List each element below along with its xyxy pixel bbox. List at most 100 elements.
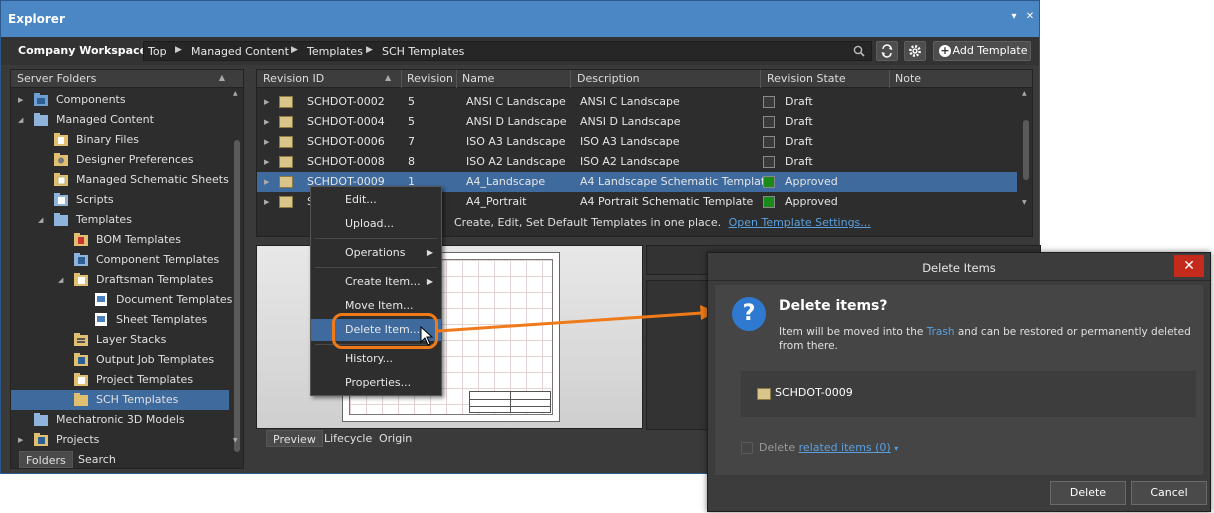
close-icon[interactable]: ✕ bbox=[1174, 255, 1204, 277]
column-divider[interactable] bbox=[760, 70, 761, 88]
column-header-description[interactable]: Description bbox=[577, 72, 640, 85]
column-header-name[interactable]: Name bbox=[462, 72, 494, 85]
folders-header[interactable]: Server Folders ▲ bbox=[11, 70, 243, 88]
expand-arrow-icon[interactable]: ▶ bbox=[264, 152, 269, 172]
tree-item-document-templates[interactable]: Document Templates bbox=[11, 290, 232, 310]
tree-item-managed-content[interactable]: ◢ Managed Content bbox=[11, 110, 229, 130]
column-header-revision[interactable]: Revision bbox=[407, 72, 453, 85]
output-job-folder-icon bbox=[74, 353, 88, 366]
add-template-button[interactable]: + Add Template bbox=[933, 41, 1031, 61]
menu-item-create-item[interactable]: Create Item... ▶ bbox=[311, 271, 441, 293]
column-divider[interactable] bbox=[889, 70, 890, 88]
list-scrollbar[interactable]: ▲ ▼ bbox=[1021, 90, 1030, 206]
scroll-thumb[interactable] bbox=[234, 140, 240, 452]
breadcrumb-templates[interactable]: Templates bbox=[307, 45, 363, 58]
table-row[interactable]: ▶ SCHDOT-0008 8 ISO A2 Landscape ISO A2 … bbox=[257, 152, 1017, 172]
tree-label: Scripts bbox=[76, 193, 114, 206]
breadcrumb-top[interactable]: Top bbox=[148, 45, 167, 58]
column-header-revision-state[interactable]: Revision State bbox=[767, 72, 846, 85]
refresh-button[interactable] bbox=[876, 41, 898, 61]
chevron-right-icon: ▶ bbox=[291, 45, 298, 55]
dialog-message: Item will be moved into the Trash and ca… bbox=[779, 325, 1199, 353]
cell-revision-state: Approved bbox=[785, 175, 838, 188]
tree-item-designer-preferences[interactable]: Designer Preferences bbox=[11, 150, 229, 170]
cell-description: ISO A3 Landscape bbox=[580, 135, 680, 148]
trash-link[interactable]: Trash bbox=[927, 326, 955, 338]
tab-search[interactable]: Search bbox=[72, 451, 122, 468]
workspace-dropdown[interactable]: Company Workspace ▾ bbox=[12, 42, 161, 60]
expand-arrow-icon[interactable]: ▶ bbox=[264, 192, 269, 212]
tree-item-templates[interactable]: ◢ Templates bbox=[11, 210, 229, 230]
delete-button[interactable]: Delete bbox=[1050, 481, 1126, 505]
expand-arrow-icon[interactable]: ▶ bbox=[18, 90, 23, 110]
collapse-arrow-icon[interactable]: ◢ bbox=[38, 210, 43, 230]
column-divider[interactable] bbox=[570, 70, 571, 88]
tree-item-components[interactable]: ▶ Components bbox=[11, 90, 229, 110]
tab-preview[interactable]: Preview bbox=[266, 430, 323, 447]
tree-item-mechatronic-3d-models[interactable]: Mechatronic 3D Models bbox=[11, 410, 229, 430]
settings-button[interactable] bbox=[904, 41, 926, 61]
tree-item-layer-stacks[interactable]: Layer Stacks bbox=[11, 330, 229, 350]
scroll-up-icon[interactable]: ▲ bbox=[1022, 90, 1027, 97]
scroll-thumb[interactable] bbox=[1023, 120, 1029, 180]
menu-item-properties[interactable]: Properties... bbox=[311, 372, 441, 394]
expand-arrow-icon[interactable]: ▶ bbox=[264, 132, 269, 152]
expand-arrow-icon[interactable]: ▶ bbox=[264, 92, 269, 112]
template-item-icon bbox=[279, 116, 293, 128]
expand-arrow-icon[interactable]: ▶ bbox=[18, 430, 23, 450]
table-row[interactable]: ▶ SCHDOT-0002 5 ANSI C Landscape ANSI C … bbox=[257, 92, 1017, 112]
menu-item-edit[interactable]: Edit... bbox=[311, 189, 441, 211]
menu-item-operations[interactable]: Operations ▶ bbox=[311, 242, 441, 264]
expand-arrow-icon[interactable]: ▶ bbox=[264, 172, 269, 192]
tree-item-projects[interactable]: ▶ Projects bbox=[11, 430, 229, 450]
template-item-icon bbox=[279, 156, 293, 168]
chevron-down-icon[interactable]: ▾ bbox=[894, 444, 898, 453]
column-header-revision-id[interactable]: Revision ID bbox=[263, 72, 324, 85]
cell-revision-state: Draft bbox=[785, 95, 813, 108]
scroll-down-icon[interactable]: ▼ bbox=[233, 437, 238, 444]
related-items-link[interactable]: related items (0) bbox=[799, 441, 891, 454]
column-header-note[interactable]: Note bbox=[895, 72, 921, 85]
tree-item-scripts[interactable]: Scripts bbox=[11, 190, 229, 210]
tree-item-output-job-templates[interactable]: Output Job Templates bbox=[11, 350, 229, 370]
tree-item-draftsman-templates[interactable]: ◢ Draftsman Templates bbox=[11, 270, 229, 290]
tree-item-sch-templates[interactable]: SCH Templates bbox=[11, 390, 229, 410]
folder-icon bbox=[34, 413, 48, 426]
open-template-settings-link[interactable]: Open Template Settings... bbox=[729, 216, 871, 229]
tab-lifecycle[interactable]: Lifecycle bbox=[318, 430, 378, 447]
collapse-arrow-icon[interactable]: ◢ bbox=[18, 110, 23, 130]
expand-arrow-icon[interactable]: ▶ bbox=[264, 112, 269, 132]
menu-item-upload[interactable]: Upload... bbox=[311, 213, 441, 235]
tab-folders[interactable]: Folders bbox=[19, 451, 73, 468]
breadcrumb-managed-content[interactable]: Managed Content bbox=[191, 45, 289, 58]
scroll-up-icon[interactable]: ▲ bbox=[233, 90, 238, 97]
breadcrumb-sch-templates[interactable]: SCH Templates bbox=[382, 45, 464, 58]
table-row[interactable]: ▶ SCHDOT-0006 7 ISO A3 Landscape ISO A3 … bbox=[257, 132, 1017, 152]
cell-revision-id: SCHDOT-0002 bbox=[307, 95, 385, 108]
folders-scrollbar[interactable]: ▲ ▼ bbox=[232, 90, 241, 452]
question-icon: ? bbox=[732, 297, 766, 331]
search-icon[interactable] bbox=[853, 45, 865, 57]
menu-label: Edit... bbox=[345, 193, 377, 206]
tree-label: BOM Templates bbox=[96, 233, 181, 246]
submenu-arrow-icon: ▶ bbox=[426, 277, 433, 286]
cell-description: A4 Portrait Schematic Template bbox=[580, 195, 754, 208]
column-divider[interactable] bbox=[456, 70, 457, 88]
tree-item-project-templates[interactable]: Project Templates bbox=[11, 370, 229, 390]
table-row[interactable]: ▶ SCHDOT-0004 5 ANSI D Landscape ANSI D … bbox=[257, 112, 1017, 132]
tree-item-binary-files[interactable]: Binary Files bbox=[11, 130, 229, 150]
tree-item-sheet-templates[interactable]: Sheet Templates bbox=[11, 310, 229, 330]
collapse-arrow-icon[interactable]: ◢ bbox=[58, 270, 63, 290]
tab-origin[interactable]: Origin bbox=[373, 430, 418, 447]
cancel-button[interactable]: Cancel bbox=[1131, 481, 1207, 505]
tree-item-component-templates[interactable]: Component Templates bbox=[11, 250, 229, 270]
scroll-down-icon[interactable]: ▼ bbox=[1022, 199, 1027, 206]
panel-close-icon[interactable]: ✕ bbox=[1023, 11, 1037, 25]
panel-menu-icon[interactable]: ▾ bbox=[1007, 11, 1021, 25]
tree-item-managed-schematic-sheets[interactable]: Managed Schematic Sheets bbox=[11, 170, 229, 190]
delete-related-checkbox[interactable] bbox=[741, 442, 753, 454]
menu-item-history[interactable]: History... bbox=[311, 348, 441, 370]
plus-icon: + bbox=[939, 44, 951, 57]
column-divider[interactable] bbox=[401, 70, 402, 88]
tree-item-bom-templates[interactable]: BOM Templates bbox=[11, 230, 229, 250]
